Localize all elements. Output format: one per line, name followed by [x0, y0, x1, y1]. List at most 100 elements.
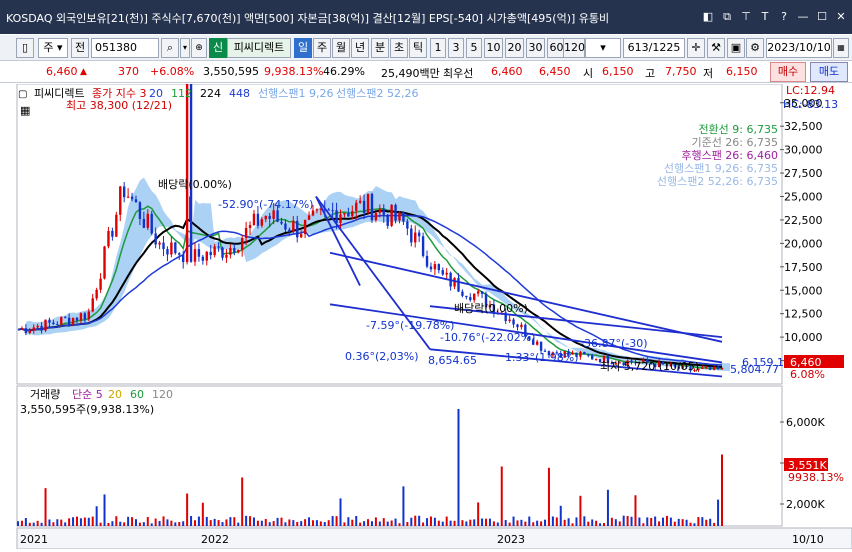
- crosshair-icon[interactable]: ✛: [687, 38, 705, 58]
- volume-bar: [190, 516, 193, 526]
- tab-tick[interactable]: 틱: [409, 38, 427, 58]
- candle-body: [264, 215, 267, 220]
- volume-bar: [445, 516, 448, 526]
- stock-code-input[interactable]: 051380: [91, 38, 159, 58]
- volume-bar: [68, 518, 71, 526]
- volume-bar: [591, 519, 594, 526]
- candle-body: [170, 242, 173, 255]
- prefix-button[interactable]: 전: [71, 38, 89, 58]
- trend-label-6: 1.33°(1.98%): [505, 351, 579, 364]
- candle-body: [457, 277, 460, 292]
- volume-bar: [689, 522, 692, 526]
- tab-second[interactable]: 초: [390, 38, 408, 58]
- stay-on-top-icon[interactable]: ⊤: [739, 9, 753, 25]
- candle-body: [209, 251, 212, 256]
- date-input[interactable]: 2023/10/10: [766, 38, 832, 58]
- candle-body: [119, 186, 122, 215]
- search-icon[interactable]: ⌕: [161, 38, 179, 58]
- candle-body: [469, 297, 472, 301]
- chart-area[interactable]: 피씨디렉트 ▢ 종가 지수 3 20 112 224 448 선행스팬1 9,26 선행스팬…: [0, 67, 852, 550]
- interval-10[interactable]: 10: [484, 38, 503, 58]
- ask-price: 6,460: [491, 65, 523, 78]
- settings-icon[interactable]: ⚙: [746, 38, 764, 58]
- candle-body: [311, 210, 315, 216]
- buy-button[interactable]: 매수: [770, 62, 806, 82]
- interval-3[interactable]: 3: [448, 38, 464, 58]
- interval-20[interactable]: 20: [505, 38, 524, 58]
- volume-bar: [174, 522, 177, 526]
- minimize-icon[interactable]: —: [796, 9, 810, 25]
- candle-body: [437, 264, 441, 271]
- candle-body: [217, 246, 220, 248]
- volume-bar: [681, 519, 684, 526]
- collapse-icon[interactable]: ▢: [18, 89, 27, 100]
- copy-window-icon[interactable]: ⧉: [720, 9, 734, 25]
- volume-badge-pct: 9938.13%: [788, 471, 844, 484]
- high-label: 고: [645, 67, 656, 80]
- volume-bar: [461, 520, 464, 526]
- volume-bar: [575, 517, 578, 526]
- interval-120[interactable]: 120: [563, 38, 585, 58]
- interval-1[interactable]: 1: [430, 38, 446, 58]
- custom-interval-select[interactable]: ▾: [585, 38, 621, 58]
- volume-bar: [477, 502, 480, 526]
- volume-bar: [528, 516, 531, 526]
- volume-bar: [347, 517, 350, 526]
- volume-bar: [496, 522, 499, 526]
- close-icon[interactable]: ✕: [834, 9, 848, 25]
- volume-bar: [40, 522, 43, 526]
- help-icon[interactable]: ?: [777, 9, 791, 25]
- volume-bar: [308, 517, 311, 526]
- volume-bar: [268, 522, 271, 526]
- text-icon[interactable]: T: [758, 9, 772, 25]
- data-count: 613/1225: [623, 38, 685, 58]
- volume-bar: [75, 516, 78, 526]
- tab-year[interactable]: 년: [351, 38, 369, 58]
- volume-bar: [658, 521, 661, 526]
- zoom-icon[interactable]: ⊕: [191, 38, 207, 58]
- volume-bar: [614, 519, 617, 526]
- tab-day[interactable]: 일: [294, 38, 312, 58]
- trade-amount: 25,490백만: [381, 67, 440, 80]
- price-tick-label: 20,000: [784, 237, 823, 250]
- candle-body: [221, 247, 224, 258]
- volume-bar: [363, 521, 366, 526]
- candle-body: [32, 327, 35, 331]
- save-icon[interactable]: ▣: [727, 38, 745, 58]
- tab-week[interactable]: 주: [313, 38, 331, 58]
- price-chart[interactable]: 피씨디렉트 ▢ 종가 지수 3 20 112 224 448 선행스팬1 9,26 선행스팬…: [0, 67, 852, 550]
- interval-5[interactable]: 5: [466, 38, 482, 58]
- mode-select[interactable]: 주 ▾: [38, 38, 68, 58]
- calendar-icon[interactable]: ▦: [833, 38, 849, 58]
- tools-icon[interactable]: ⚒: [707, 38, 725, 58]
- volume-bar: [158, 520, 161, 526]
- candle-body: [296, 220, 299, 238]
- interval-30[interactable]: 30: [526, 38, 545, 58]
- trend-label-5: -36.87°(-30): [580, 337, 648, 350]
- sell-button[interactable]: 매도: [810, 62, 848, 82]
- tab-minute[interactable]: 분: [371, 38, 389, 58]
- candle-body: [433, 264, 437, 270]
- chart-settings-icon[interactable]: ▦: [20, 104, 30, 117]
- trend-value-1: 8,654.65: [428, 354, 477, 367]
- volume-bar: [272, 521, 275, 526]
- candle-body: [299, 234, 303, 238]
- layout-icon[interactable]: ▯: [16, 38, 34, 58]
- candle-body: [339, 214, 342, 223]
- pin-icon[interactable]: ◧: [701, 9, 715, 25]
- candle-body: [429, 266, 433, 270]
- maximize-icon[interactable]: ☐: [815, 9, 829, 25]
- low-price: 6,150: [726, 65, 758, 78]
- candle-body: [67, 317, 71, 325]
- candle-body: [303, 219, 307, 235]
- search-dropdown-icon[interactable]: ▾: [180, 38, 190, 58]
- volume-bar: [662, 517, 665, 526]
- volume-bar: [99, 522, 102, 526]
- volume-bar: [721, 454, 723, 526]
- volume-bar: [315, 520, 318, 526]
- volume-bar: [300, 521, 303, 526]
- volume-bar: [654, 516, 657, 526]
- tab-month[interactable]: 월: [332, 38, 350, 58]
- candle-body: [256, 213, 260, 226]
- candle-body: [75, 317, 79, 321]
